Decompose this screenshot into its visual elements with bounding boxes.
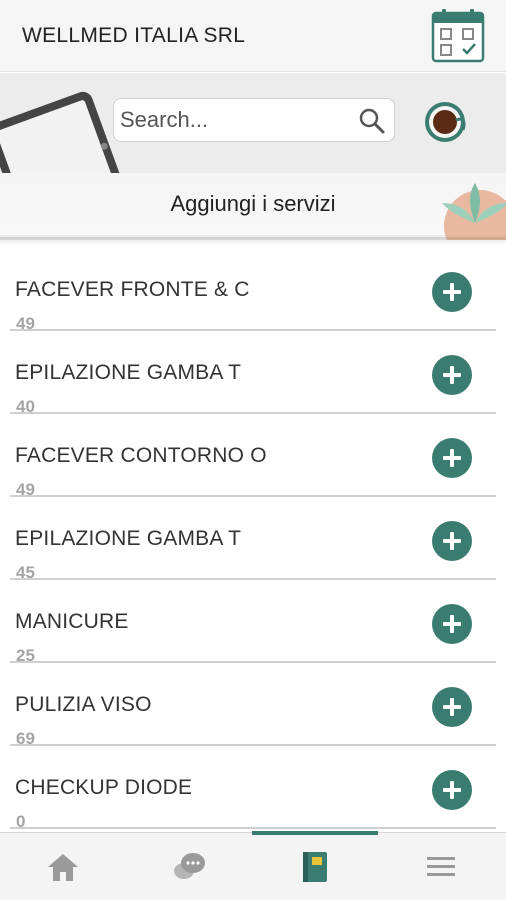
add-service-icon[interactable] [432, 521, 472, 561]
service-name: CHECKUP DIODE [15, 776, 193, 799]
service-row[interactable]: CHECKUP DIODE 0 [10, 746, 496, 830]
header-banner: Aggiungi i servizi [0, 73, 506, 240]
calendar-check-icon[interactable] [430, 8, 486, 64]
tab-services[interactable] [252, 831, 378, 900]
plant-decoration-icon [442, 183, 506, 240]
menu-icon [427, 857, 455, 876]
service-row[interactable]: EPILAZIONE GAMBA T 45 [10, 497, 496, 582]
bottom-tab-bar [0, 831, 506, 900]
service-name: EPILAZIONE GAMBA T [15, 527, 242, 550]
add-service-icon[interactable] [432, 687, 472, 727]
user-avatar-icon[interactable] [423, 100, 467, 144]
service-row[interactable]: FACEVER CONTORNO O 49 [10, 414, 496, 499]
company-name: WELLMED ITALIA SRL [22, 24, 246, 47]
top-bar: WELLMED ITALIA SRL [0, 0, 506, 72]
chat-icon [174, 853, 205, 879]
add-service-icon[interactable] [432, 438, 472, 478]
service-value: 0 [16, 812, 26, 830]
tab-chat[interactable] [126, 833, 252, 900]
service-name: FACEVER FRONTE & C [15, 278, 250, 301]
search-input[interactable] [120, 105, 350, 135]
add-service-icon[interactable] [432, 604, 472, 644]
search-icon[interactable] [358, 107, 386, 135]
subtitle-bar: Aggiungi i servizi [0, 173, 506, 235]
service-row[interactable]: MANICURE 25 [10, 580, 496, 665]
service-row[interactable]: FACEVER FRONTE & C 49 [10, 248, 496, 333]
tab-menu[interactable] [378, 833, 504, 900]
service-name: FACEVER CONTORNO O [15, 444, 267, 467]
add-service-icon[interactable] [432, 272, 472, 312]
service-name: EPILAZIONE GAMBA T [15, 361, 242, 384]
search-box[interactable] [113, 98, 395, 142]
service-name: PULIZIA VISO [15, 693, 152, 716]
book-icon [303, 852, 327, 882]
service-list: FACEVER FRONTE & C 49 EPILAZIONE GAMBA T… [0, 248, 506, 830]
service-row[interactable]: PULIZIA VISO 69 [10, 663, 496, 748]
tab-home[interactable] [0, 833, 126, 900]
banner-shadow [0, 237, 506, 245]
add-service-icon[interactable] [432, 355, 472, 395]
section-title: Aggiungi i servizi [170, 191, 336, 216]
service-row[interactable]: EPILAZIONE GAMBA T 40 [10, 331, 496, 416]
add-service-icon[interactable] [432, 770, 472, 810]
service-name: MANICURE [15, 610, 129, 633]
home-icon [48, 854, 78, 881]
